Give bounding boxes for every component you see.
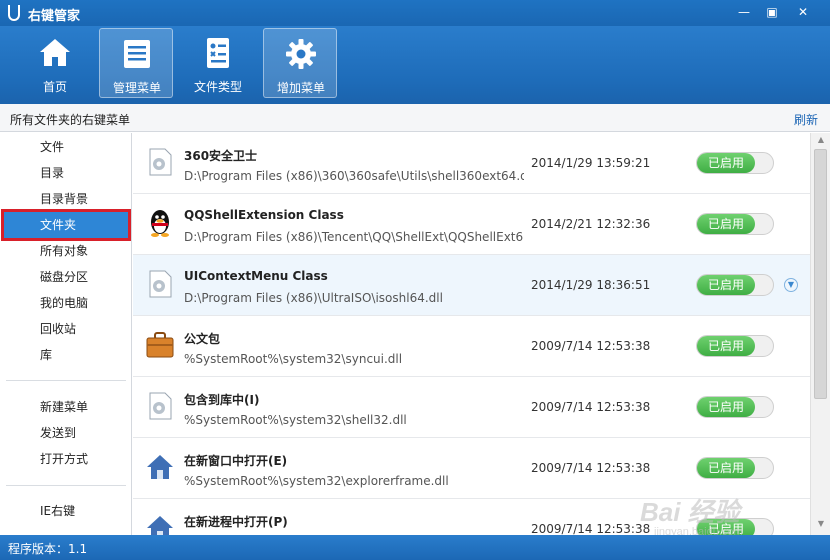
context-menu-list: 360安全卫士 D:\Program Files (x86)\360\360sa… <box>133 133 810 535</box>
file-type-icon <box>207 38 229 68</box>
enable-toggle[interactable]: 已启用 <box>696 396 774 418</box>
chevron-down-icon[interactable]: ▼ <box>784 278 798 292</box>
dll-gear-icon <box>149 392 172 420</box>
sidebar-item-all-objects[interactable]: 所有对象 <box>0 238 131 264</box>
item-name: 在新窗口中打开(E) <box>184 454 288 468</box>
item-name: 360安全卫士 <box>184 149 258 163</box>
home-icon <box>40 39 70 66</box>
list-item[interactable]: 360安全卫士 D:\Program Files (x86)\360\360sa… <box>133 133 810 194</box>
breadcrumb: 所有文件夹的右键菜单 <box>10 113 131 127</box>
item-path: %SystemRoot%\system32\syncui.dll <box>184 352 403 366</box>
sidebar-divider <box>6 485 126 486</box>
sidebar-item-ie-right-click[interactable]: IE右键 <box>0 498 131 524</box>
item-path: %SystemRoot%\system32\shell32.dll <box>184 413 407 427</box>
item-path: D:\Program Files (x86)\UltraISO\isoshl64… <box>184 291 443 305</box>
toolbar-file-type-label: 文件类型 <box>193 80 242 94</box>
toolbar-home-label: 首页 <box>42 80 67 94</box>
list-item[interactable]: QQShellExtension Class D:\Program Files … <box>133 194 810 255</box>
qq-penguin-icon <box>151 210 169 237</box>
list-item[interactable]: 包含到库中(I) %SystemRoot%\system32\shell32.d… <box>133 377 810 438</box>
title-bar: 右键管家 — ▣ ✕ <box>0 0 830 26</box>
breadcrumb-bar: 所有文件夹的右键菜单 刷新 <box>0 104 830 132</box>
item-name: QQShellExtension Class <box>184 208 344 222</box>
toolbar-add-menu-label: 增加菜单 <box>276 81 325 95</box>
main-toolbar: 首页 管理菜单 文件类型 增加菜单 <box>0 26 830 104</box>
item-date: 2014/1/29 13:59:21 <box>531 156 651 170</box>
app-logo-icon <box>8 5 20 21</box>
item-path: D:\Program Files (x86)\Tencent\QQ\ShellE… <box>184 230 524 244</box>
toggle-label: 已启用 <box>697 336 755 356</box>
toggle-label: 已启用 <box>697 275 755 295</box>
enable-toggle[interactable]: 已启用 <box>696 213 774 235</box>
dll-gear-icon <box>149 270 172 298</box>
item-date: 2009/7/14 12:53:38 <box>531 400 651 414</box>
item-date: 2009/7/14 12:53:38 <box>531 522 651 535</box>
list-item[interactable]: 公文包 %SystemRoot%\system32\syncui.dll 200… <box>133 316 810 377</box>
maximize-button[interactable]: ▣ <box>758 2 786 22</box>
sidebar-item-directory-background[interactable]: 目录背景 <box>0 186 131 212</box>
toolbar-file-type-button[interactable]: 文件类型 <box>181 28 255 98</box>
sidebar-item-file[interactable]: 文件 <box>0 134 131 160</box>
toggle-label: 已启用 <box>697 153 755 173</box>
sidebar-item-library[interactable]: 库 <box>0 342 131 368</box>
dll-gear-icon <box>149 148 172 176</box>
toggle-label: 已启用 <box>697 397 755 417</box>
enable-toggle[interactable]: 已启用 <box>696 274 774 296</box>
item-date: 2014/2/21 12:32:36 <box>531 217 651 231</box>
toolbar-add-menu-button[interactable]: 增加菜单 <box>263 28 337 98</box>
sidebar-item-open-with[interactable]: 打开方式 <box>0 446 131 472</box>
version-text: 程序版本：1.1 <box>8 542 88 556</box>
sidebar-item-directory[interactable]: 目录 <box>0 160 131 186</box>
item-date: 2009/7/14 12:53:38 <box>531 461 651 475</box>
enable-toggle[interactable]: 已启用 <box>696 152 774 174</box>
sidebar: 文件 目录 目录背景 文件夹 所有对象 磁盘分区 我的电脑 回收站 库 新建菜单… <box>0 133 132 535</box>
item-name: 包含到库中(I) <box>184 393 260 407</box>
item-path: %SystemRoot%\system32\explorerframe.dll <box>184 474 449 488</box>
watermark-text: Bai 经验 <box>640 497 740 527</box>
enable-toggle[interactable]: 已启用 <box>696 335 774 357</box>
status-bar: 程序版本：1.1 <box>0 535 830 560</box>
enable-toggle[interactable]: 已启用 <box>696 457 774 479</box>
scroll-thumb[interactable] <box>814 149 827 399</box>
briefcase-icon <box>146 332 174 358</box>
item-date: 2009/7/14 12:53:38 <box>531 339 651 353</box>
sidebar-divider <box>6 380 126 381</box>
refresh-link[interactable]: 刷新 <box>794 111 818 128</box>
toggle-label: 已启用 <box>697 214 755 234</box>
scroll-down-icon[interactable]: ▼ <box>815 519 827 531</box>
toolbar-home-button[interactable]: 首页 <box>18 28 92 98</box>
sidebar-item-my-computer[interactable]: 我的电脑 <box>0 290 131 316</box>
gear-icon <box>286 39 316 69</box>
window-title: 右键管家 <box>28 9 81 24</box>
sidebar-item-folder[interactable]: 文件夹 <box>1 209 131 241</box>
house-icon <box>147 516 173 535</box>
sidebar-item-disk-partition[interactable]: 磁盘分区 <box>0 264 131 290</box>
sidebar-item-recycle-bin[interactable]: 回收站 <box>0 316 131 342</box>
toolbar-manage-menu-label: 管理菜单 <box>112 81 161 95</box>
close-button[interactable]: ✕ <box>786 2 820 22</box>
scroll-up-icon[interactable]: ▲ <box>815 135 827 147</box>
item-path: D:\Program Files (x86)\360\360safe\Utils… <box>184 169 524 183</box>
house-icon <box>147 455 173 479</box>
sidebar-item-new-menu[interactable]: 新建菜单 <box>0 394 131 420</box>
item-name: UIContextMenu Class <box>184 269 328 283</box>
menu-list-icon <box>124 40 150 68</box>
item-name: 公文包 <box>184 332 221 346</box>
list-scrollbar[interactable]: ▲ ▼ <box>810 133 830 535</box>
toolbar-manage-menu-button[interactable]: 管理菜单 <box>99 28 173 98</box>
item-name: 在新进程中打开(P) <box>184 515 288 529</box>
list-item[interactable]: UIContextMenu Class D:\Program Files (x8… <box>133 255 810 316</box>
item-date: 2014/1/29 18:36:51 <box>531 278 651 292</box>
toggle-label: 已启用 <box>697 458 755 478</box>
sidebar-item-send-to[interactable]: 发送到 <box>0 420 131 446</box>
minimize-button[interactable]: — <box>730 2 758 22</box>
